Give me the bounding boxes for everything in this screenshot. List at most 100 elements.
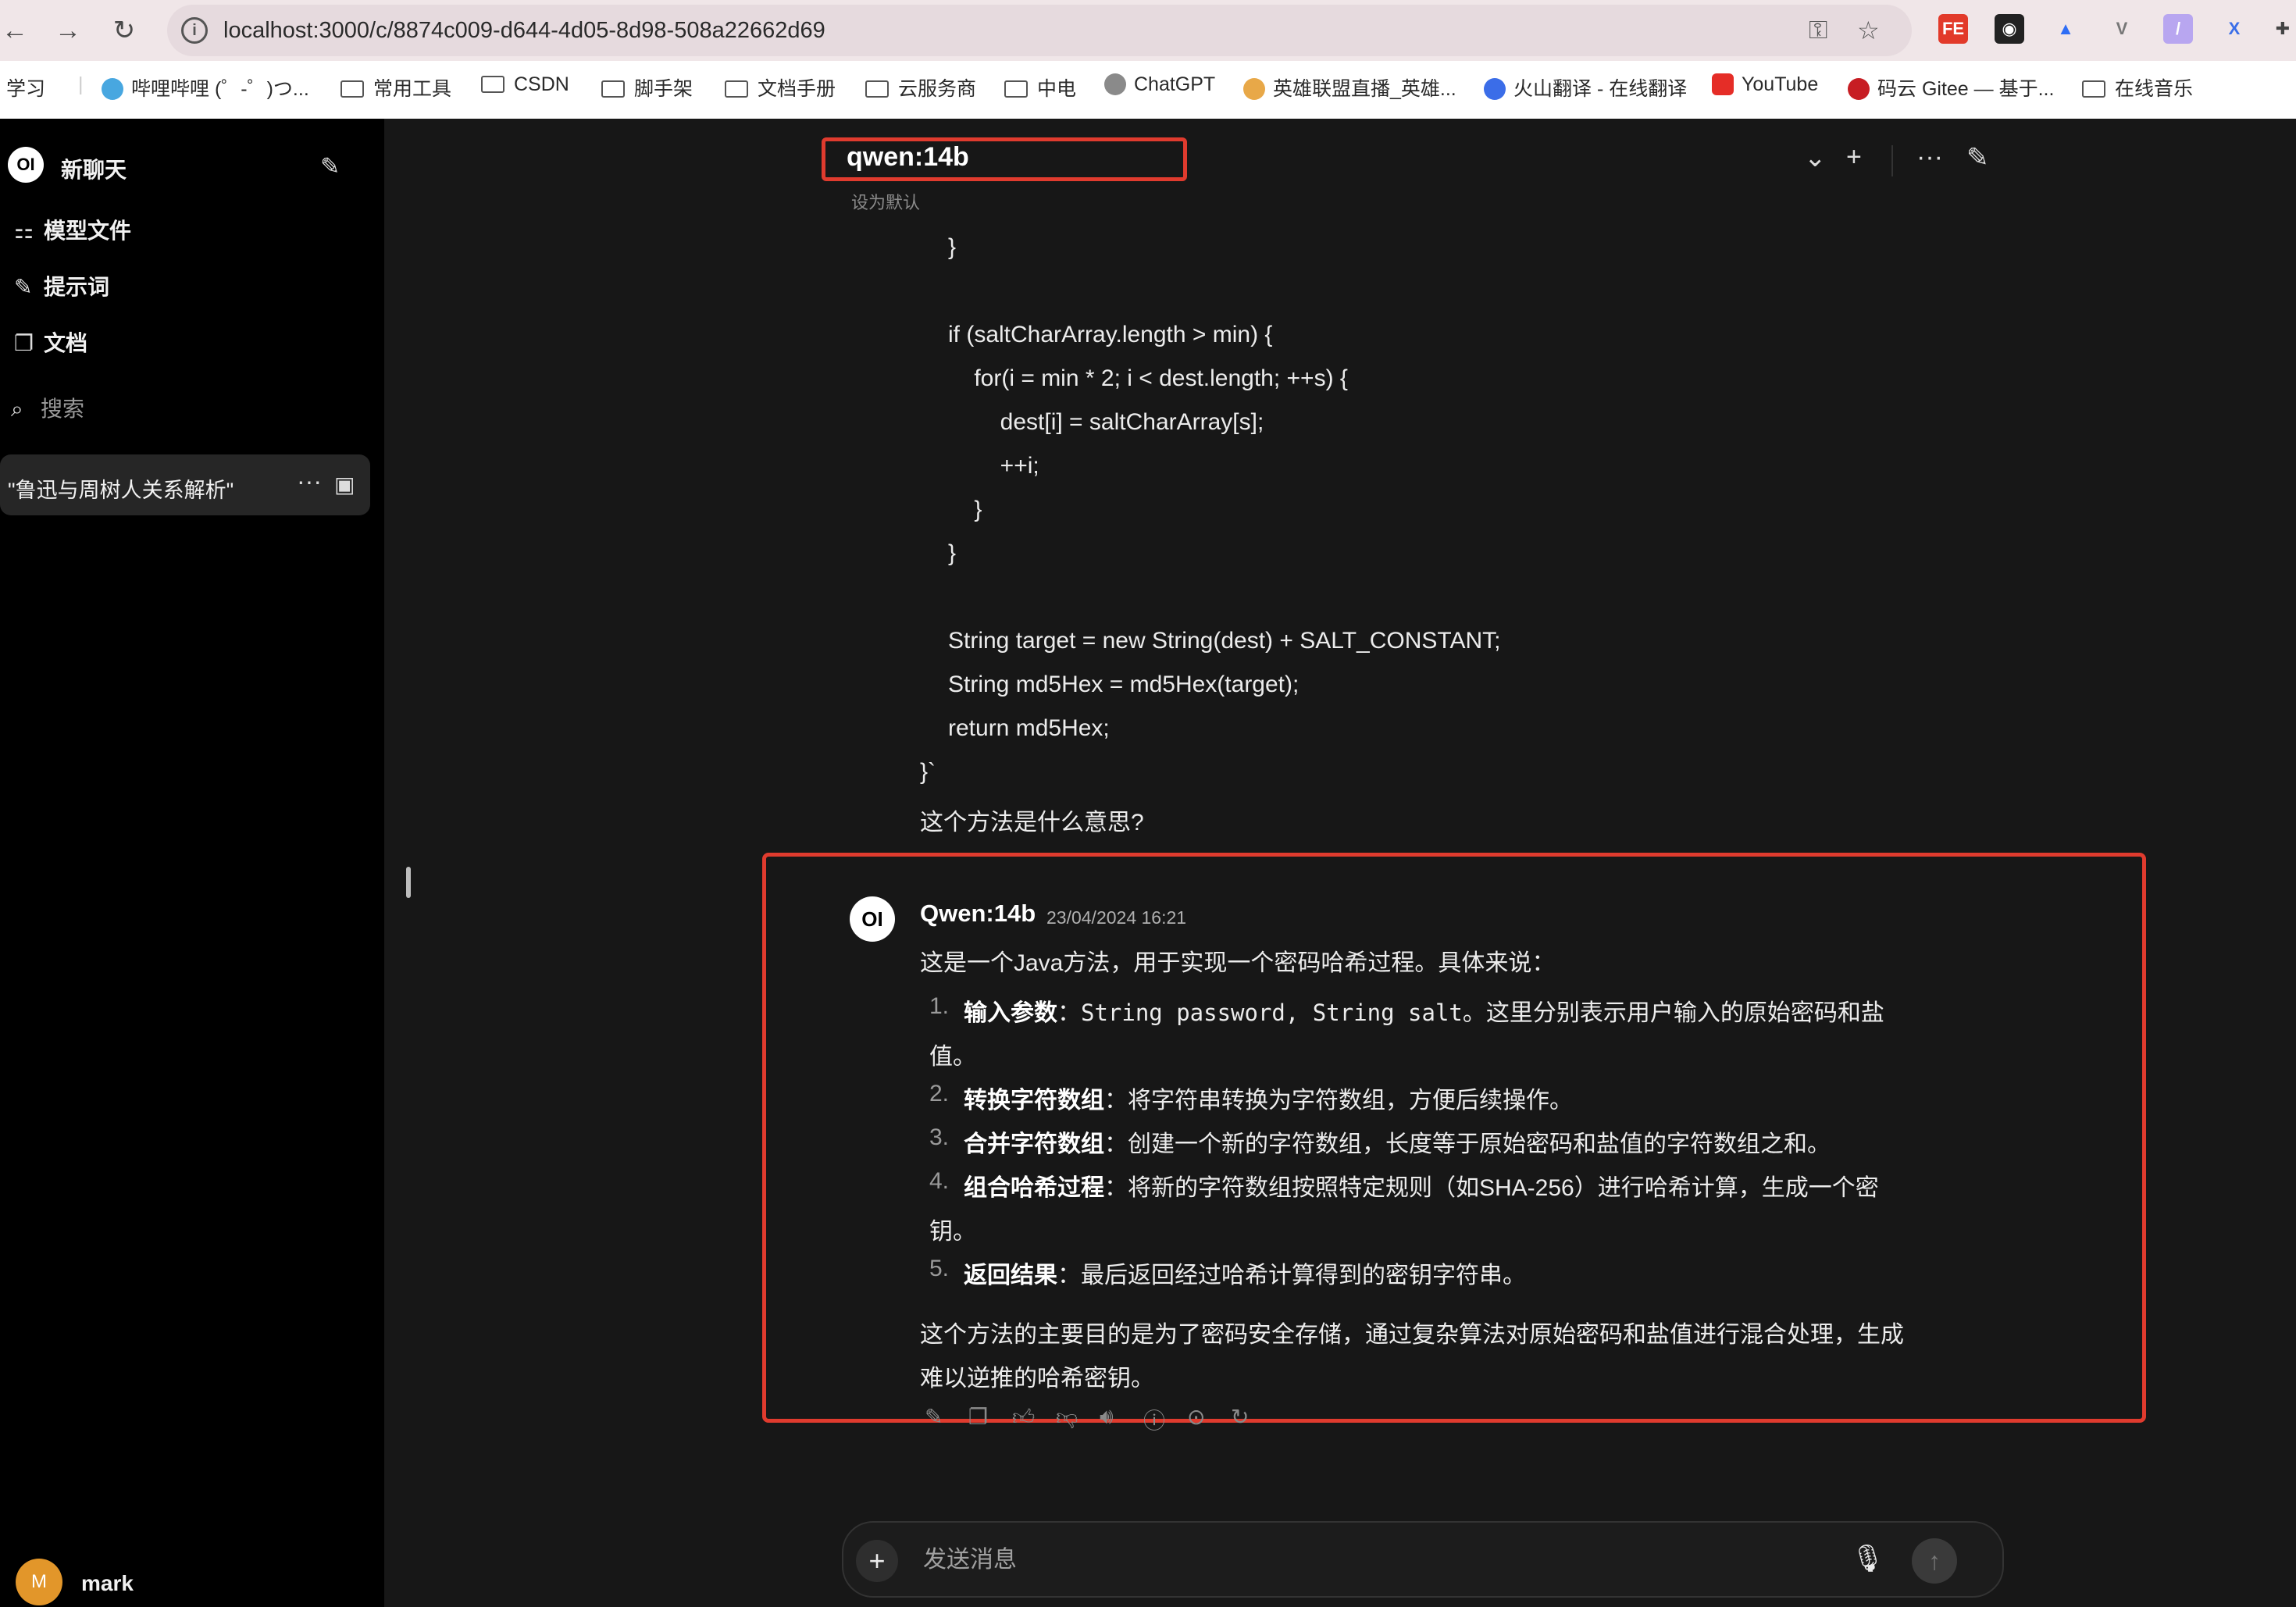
document-icon: ❐ xyxy=(14,331,34,355)
code-line: if (saltCharArray.length > min) { xyxy=(948,322,1273,347)
list-number: 3. xyxy=(929,1124,950,1150)
code-line: ++i; xyxy=(948,453,1039,479)
microphone-icon[interactable]: 🎙︎ xyxy=(1851,1543,1884,1574)
folder-icon xyxy=(2082,80,2105,98)
user-name[interactable]: mark xyxy=(81,1571,134,1596)
extension-v-icon[interactable]: V xyxy=(2107,14,2137,44)
extensions-puzzle-icon[interactable]: ✚ xyxy=(2268,14,2296,44)
message-composer: + 🎙︎ ↑ xyxy=(842,1521,2004,1598)
more-options-icon[interactable]: ··· xyxy=(1916,142,1943,173)
code-line: } xyxy=(948,497,982,522)
archive-icon[interactable]: ▣ xyxy=(334,472,355,497)
bookmark-item[interactable]: 英雄联盟直播_英雄... xyxy=(1243,73,1456,102)
grid-icon: ⚏ xyxy=(14,219,34,243)
response-summary: 这个方法的主要目的是为了密码安全存储，通过复杂算法对原始密码和盐值进行混合处理，… xyxy=(920,1322,1904,1348)
key-icon[interactable]: ⚿ xyxy=(1809,16,1827,45)
bookmark-folder[interactable]: 在线音乐 xyxy=(2082,73,2193,102)
set-default-link[interactable]: 设为默认 xyxy=(851,189,920,214)
pencil-icon: ✎ xyxy=(14,275,33,299)
avatar[interactable]: M xyxy=(16,1559,62,1605)
bookmark-item[interactable]: ChatGPT xyxy=(1104,73,1215,96)
bookmark-item[interactable]: 火山翻译 - 在线翻译 xyxy=(1484,73,1687,102)
list-item: 合并字符数组：创建一个新的字符数组，长度等于原始密码和盐值的字符数组之和。 xyxy=(964,1131,1831,1157)
new-chat-edit-icon[interactable]: ✎ xyxy=(320,153,340,180)
chat-list-item[interactable]: "鲁迅与周树人关系解析" ··· ▣ xyxy=(0,454,370,515)
gitee-icon xyxy=(1848,78,1870,100)
forward-icon[interactable]: → xyxy=(53,16,83,45)
youtube-icon xyxy=(1712,73,1734,95)
more-options-icon[interactable]: ··· xyxy=(297,467,322,496)
info-icon[interactable]: ⓘ xyxy=(1143,1404,1165,1435)
new-chat-button[interactable]: 新聊天 xyxy=(61,153,127,184)
list-number: 5. xyxy=(929,1256,950,1281)
bookmark-item[interactable]: 学习 xyxy=(6,73,45,102)
list-number: 1. xyxy=(929,993,950,1019)
speaker-icon[interactable]: 🔊︎ xyxy=(1100,1404,1114,1430)
new-chat-edit-icon[interactable]: ✎ xyxy=(1966,142,1989,173)
code-line: dest[i] = saltCharArray[s]; xyxy=(948,409,1264,435)
response-intro: 这是一个Java方法，用于实现一个密码哈希过程。具体来说： xyxy=(920,950,1556,976)
chevron-down-icon[interactable]: ⌄ xyxy=(1804,142,1827,173)
address-bar[interactable]: i localhost:3000/c/8874c009-d644-4d05-8d… xyxy=(167,5,1912,56)
folder-icon xyxy=(865,80,889,98)
continue-icon[interactable]: ⊙ xyxy=(1187,1404,1205,1430)
copy-icon[interactable]: ❐ xyxy=(968,1404,988,1430)
regenerate-icon[interactable]: ↻ xyxy=(1231,1404,1249,1430)
sidebar-resize-handle[interactable] xyxy=(406,867,411,898)
attach-button[interactable]: + xyxy=(856,1540,898,1582)
sidebar-item-modelfiles[interactable]: ⚏ 模型文件 xyxy=(14,214,131,245)
bookmark-folder[interactable]: CSDN xyxy=(481,73,569,96)
bot-avatar: OI xyxy=(850,896,895,942)
extension-triangle-icon[interactable]: ▲ xyxy=(2051,14,2080,44)
bookmark-item[interactable]: 哔哩哔哩 (゜-゜)つ... xyxy=(102,73,309,102)
sidebar-item-prompts[interactable]: ✎ 提示词 xyxy=(14,270,109,301)
reload-icon[interactable]: ↻ xyxy=(109,16,139,45)
site-info-icon[interactable]: i xyxy=(181,17,208,44)
extension-fe-icon[interactable]: FE xyxy=(1938,14,1968,44)
code-line: return md5Hex; xyxy=(948,715,1110,741)
extension-bot-icon[interactable]: ◉ xyxy=(1995,14,2024,44)
list-item-continuation: 钥。 xyxy=(929,1219,976,1245)
star-icon[interactable]: ☆ xyxy=(1857,16,1880,45)
add-model-icon[interactable]: + xyxy=(1846,142,1862,173)
sidebar-search[interactable]: ⌕ 搜索 xyxy=(11,392,84,423)
model-selector[interactable]: qwen:14b xyxy=(847,142,969,173)
volcano-icon xyxy=(1484,78,1506,100)
extension-slash-icon[interactable]: / xyxy=(2163,14,2193,44)
bookmark-folder[interactable]: 脚手架 xyxy=(601,73,693,102)
url-text[interactable]: localhost:3000/c/8874c009-d644-4d05-8d98… xyxy=(223,18,825,44)
send-button[interactable]: ↑ xyxy=(1912,1538,1957,1584)
back-icon[interactable]: ← xyxy=(0,16,30,45)
code-line: for(i = min * 2; i < dest.length; ++s) { xyxy=(948,365,1348,391)
edit-icon[interactable]: ✎ xyxy=(925,1404,943,1430)
bookmark-divider: | xyxy=(78,73,84,95)
folder-icon xyxy=(725,80,748,98)
sidebar-item-documents[interactable]: ❐ 文档 xyxy=(14,326,87,358)
list-number: 4. xyxy=(929,1168,950,1194)
bot-name: Qwen:14b xyxy=(920,900,1036,927)
bookmark-folder[interactable]: 文档手册 xyxy=(725,73,836,102)
thumbs-up-icon[interactable]: 👍︎ xyxy=(1012,1404,1035,1431)
code-line: String md5Hex = md5Hex(target); xyxy=(948,672,1300,697)
bookmark-folder[interactable]: 常用工具 xyxy=(340,73,451,102)
header-divider xyxy=(1891,145,1893,176)
message-input[interactable] xyxy=(923,1545,1860,1576)
app-logo[interactable]: OI xyxy=(8,147,44,183)
sidebar: OI 新聊天 ✎ ⚏ 模型文件 ✎ 提示词 ❐ 文档 ⌕ 搜索 "鲁迅与周树人关系解析"… xyxy=(0,119,384,1607)
bookmark-item[interactable]: YouTube xyxy=(1712,73,1818,96)
thumbs-down-icon[interactable]: 👎︎ xyxy=(1056,1404,1078,1431)
search-icon: ⌕ xyxy=(11,397,23,421)
folder-icon xyxy=(481,76,504,93)
folder-icon xyxy=(340,80,364,98)
folder-icon xyxy=(1004,80,1028,98)
bookmark-folder[interactable]: 云服务商 xyxy=(865,73,976,102)
bookmark-item[interactable]: 码云 Gitee — 基于... xyxy=(1848,73,2054,102)
bookmark-folder[interactable]: 中电 xyxy=(1004,73,1076,102)
folder-icon xyxy=(601,80,625,98)
chat-main: qwen:14b 设为默认 ⌄ + ··· ✎ } if (saltCharAr… xyxy=(384,119,2296,1607)
extension-x-icon[interactable]: X xyxy=(2219,14,2249,44)
bilibili-icon xyxy=(102,78,123,100)
list-item: 返回结果：最后返回经过哈希计算得到的密钥字符串。 xyxy=(964,1263,1526,1288)
code-line: }` xyxy=(920,759,936,785)
list-item: 组合哈希过程：将新的字符数组按照特定规则（如SHA-256）进行哈希计算，生成一… xyxy=(964,1175,1879,1201)
